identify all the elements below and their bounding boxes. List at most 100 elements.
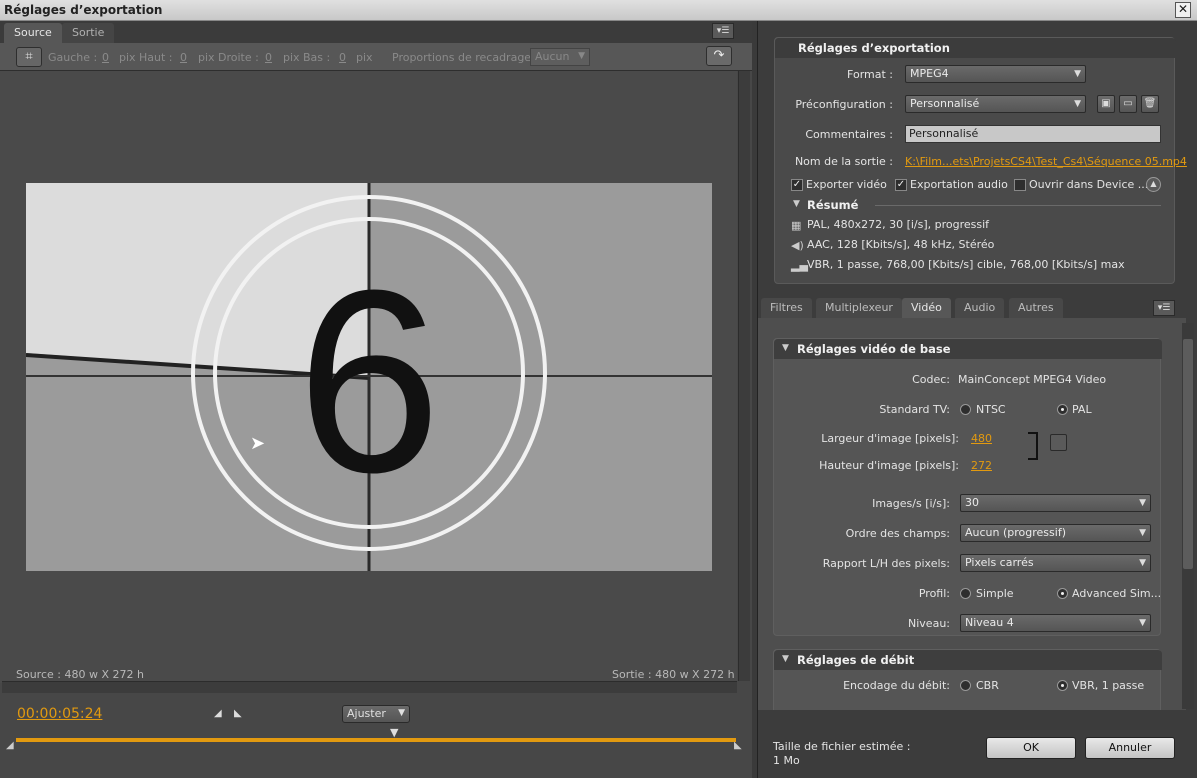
mark-in-icon[interactable]: ◢ [214, 708, 222, 719]
width-label: Largeur d'image [pixels]: [821, 432, 959, 445]
scrollbar-thumb[interactable] [1183, 339, 1193, 569]
pixel-aspect-select[interactable]: Pixels carrés ▼ [960, 554, 1151, 572]
video-settings-panel: ▼ Réglages vidéo de base Codec: MainConc… [758, 318, 1186, 710]
crop-right-value[interactable]: 0 [265, 51, 272, 64]
crop-top-value[interactable]: 0 [180, 51, 187, 64]
file-size-label: Taille de fichier estimée : [773, 740, 911, 753]
chevron-down-icon: ▼ [1074, 99, 1081, 109]
source-info: Source : 480 w X 272 h [16, 668, 144, 681]
constrain-proportions-toggle[interactable] [1050, 434, 1067, 451]
format-select[interactable]: MPEG4 ▼ [905, 65, 1086, 83]
cbr-radio[interactable] [960, 680, 971, 691]
crop-right-label: Droite : [218, 51, 259, 64]
viewer-horizontal-scrollbar[interactable] [2, 681, 737, 693]
collapse-arrow-icon[interactable]: ▼ [782, 343, 789, 353]
window-title: Réglages d’exportation [4, 3, 163, 17]
profile-simple-radio[interactable] [960, 588, 971, 599]
bitrate-header: ▼ Réglages de débit [774, 650, 1162, 670]
tab-multiplexer[interactable]: Multiplexeur [816, 298, 902, 318]
height-value[interactable]: 272 [971, 459, 992, 472]
ntsc-label: NTSC [976, 403, 1006, 416]
tab-source[interactable]: Source [4, 23, 62, 43]
timeline-track[interactable] [16, 738, 736, 742]
tab-audio[interactable]: Audio [955, 298, 1005, 318]
crop-ratio-select[interactable]: Aucun ▼ [530, 48, 590, 66]
cursor-icon: ➤ [250, 433, 266, 454]
close-button[interactable]: ✕ [1175, 2, 1191, 18]
mark-out-icon[interactable]: ◣ [234, 708, 242, 719]
bitrate-bars-icon: ▂▄ [791, 259, 808, 272]
timecode[interactable]: 00:00:05:24 [17, 706, 102, 722]
profile-label: Profil: [918, 587, 950, 600]
open-device-checkbox[interactable] [1014, 179, 1026, 191]
crop-left-value[interactable]: 0 [102, 51, 109, 64]
cancel-button[interactable]: Annuler [1085, 737, 1175, 759]
crop-top-unit: pix [198, 51, 215, 64]
pal-radio[interactable] [1057, 404, 1068, 415]
in-point-icon[interactable]: ◢ [6, 740, 14, 751]
crop-ratio-value: Aucun [535, 50, 570, 63]
file-size-value: 1 Mo [773, 754, 800, 767]
summary-toggle-icon[interactable]: ▼ [793, 199, 800, 209]
comments-label: Commentaires : [805, 128, 893, 141]
ntsc-radio[interactable] [960, 404, 971, 415]
tab-other[interactable]: Autres [1009, 298, 1063, 318]
profile-advanced-radio[interactable] [1057, 588, 1068, 599]
bitrate-encoding-label: Encodage du débit: [843, 679, 950, 692]
preset-select[interactable]: Personnalisé ▼ [905, 95, 1086, 113]
settings-pane: Réglages d’exportation Format : MPEG4 ▼ P… [757, 21, 1197, 778]
crop-icon[interactable]: ⌗ [16, 47, 42, 67]
summary-audio: AAC, 128 [Kbits/s], 48 kHz, Stéréo [807, 238, 995, 251]
bitrate-settings: ▼ Réglages de débit Encodage du débit: C… [773, 649, 1162, 710]
video-film-icon: ▦ [791, 219, 802, 232]
ok-button[interactable]: OK [986, 737, 1076, 759]
vbr-radio[interactable] [1057, 680, 1068, 691]
chevron-down-icon: ▼ [1139, 528, 1146, 538]
tab-filters[interactable]: Filtres [761, 298, 812, 318]
chevron-down-icon: ▼ [1139, 498, 1146, 508]
out-point-icon[interactable]: ◣ [734, 740, 742, 751]
field-order-select[interactable]: Aucun (progressif) ▼ [960, 524, 1151, 542]
format-label: Format : [847, 68, 893, 81]
basic-video-title: Réglages vidéo de base [797, 342, 951, 356]
pixel-aspect-label: Rapport L/H des pixels: [822, 557, 950, 570]
open-device-label: Ouvrir dans Device ... [1029, 178, 1149, 191]
crop-bottom-value[interactable]: 0 [339, 51, 346, 64]
comments-field[interactable]: Personnalisé [905, 125, 1161, 143]
export-audio-checkbox[interactable]: ✓ [895, 179, 907, 191]
panel-menu-icon[interactable]: ▾☰ [712, 23, 734, 39]
crop-left-unit: pix [119, 51, 136, 64]
tab-output[interactable]: Sortie [62, 23, 115, 43]
zoom-fit-select[interactable]: Ajuster ▼ [342, 705, 410, 723]
collapse-icon[interactable]: ▲ [1146, 177, 1161, 192]
share-icon[interactable]: ↷ [706, 46, 732, 66]
delete-preset-icon[interactable]: 🗑 [1141, 95, 1159, 113]
profile-advanced-label: Advanced Sim... [1072, 587, 1162, 600]
import-preset-icon[interactable]: ▭ [1119, 95, 1137, 113]
export-video-checkbox[interactable]: ✓ [791, 179, 803, 191]
output-info: Sortie : 480 w X 272 h [612, 668, 735, 681]
video-viewer: 6 ➤ Source : 480 w X 272 h Sortie : 480 … [0, 71, 737, 683]
codec-label: Codec: [912, 373, 950, 386]
chevron-down-icon: ▼ [578, 51, 585, 61]
title-bar: Réglages d’exportation ✕ [0, 0, 1197, 21]
height-label: Hauteur d'image [pixels]: [819, 459, 959, 472]
summary-header: Résumé [807, 198, 859, 212]
collapse-arrow-icon[interactable]: ▼ [782, 654, 789, 664]
fps-select[interactable]: 30 ▼ [960, 494, 1151, 512]
level-select[interactable]: Niveau 4 ▼ [960, 614, 1151, 632]
level-label: Niveau: [908, 617, 950, 630]
chevron-down-icon: ▼ [398, 708, 405, 718]
settings-scrollbar[interactable] [1182, 323, 1194, 709]
viewer-vertical-scrollbar[interactable] [738, 71, 750, 681]
width-value[interactable]: 480 [971, 432, 992, 445]
bitrate-title: Réglages de débit [797, 653, 915, 667]
tab-video[interactable]: Vidéo [902, 298, 951, 318]
chevron-down-icon: ▼ [1074, 69, 1081, 79]
preview-pane: Source Sortie ▾☰ ⌗ Gauche : 0 pix Haut :… [0, 21, 752, 778]
field-order-value: Aucun (progressif) [965, 526, 1066, 539]
settings-menu-icon[interactable]: ▾☰ [1153, 300, 1175, 316]
save-preset-icon[interactable]: ▣ [1097, 95, 1115, 113]
output-name-link[interactable]: K:\Film...ets\ProjetsCS4\Test_Cs4\Séquen… [905, 155, 1187, 168]
chevron-down-icon: ▼ [1139, 618, 1146, 628]
